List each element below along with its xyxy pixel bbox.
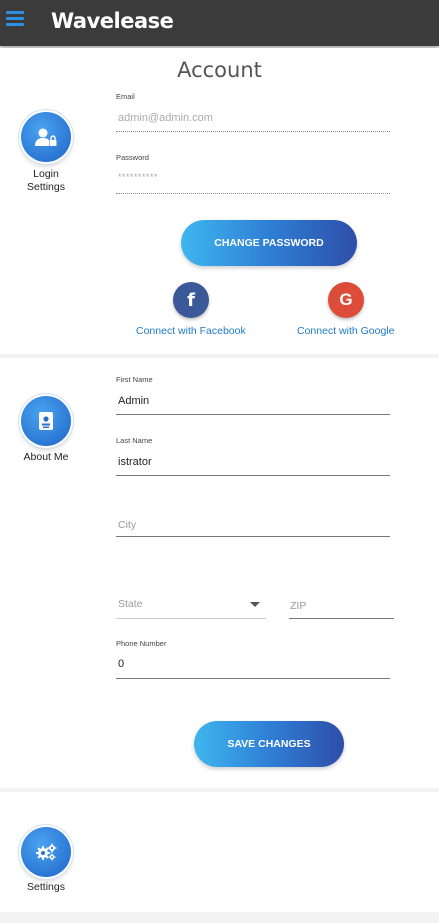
- facebook-icon[interactable]: f: [173, 282, 209, 318]
- connect-facebook-link[interactable]: Connect with Facebook: [136, 325, 246, 337]
- last-name-field[interactable]: istrator: [118, 456, 152, 468]
- email-label: Email: [116, 92, 135, 101]
- id-badge-icon: [39, 412, 53, 430]
- settings-label: Settings: [27, 881, 65, 893]
- app-header: Wavelease: [0, 0, 439, 46]
- hamburger-menu-icon[interactable]: [6, 11, 24, 29]
- zip-field[interactable]: ZIP: [290, 600, 306, 612]
- settings-icon-button[interactable]: [21, 827, 71, 877]
- chevron-down-icon[interactable]: [250, 602, 260, 607]
- last-name-label: Last Name: [116, 436, 153, 445]
- about-me-label: About Me: [23, 451, 69, 463]
- login-settings-card: Account Login Settings Email admin@admin…: [0, 48, 439, 354]
- first-name-underline: [116, 414, 390, 415]
- change-password-button[interactable]: CHANGE PASSWORD: [181, 220, 357, 266]
- login-settings-label-line1: Login: [33, 168, 59, 180]
- last-name-underline: [116, 475, 390, 476]
- save-changes-button[interactable]: SAVE CHANGES: [194, 721, 344, 767]
- password-field[interactable]: **********: [118, 172, 158, 182]
- login-settings-icon-button[interactable]: [21, 112, 71, 162]
- connect-google-link[interactable]: Connect with Google: [297, 325, 394, 337]
- settings-card: Settings: [0, 792, 439, 912]
- first-name-label: First Name: [116, 375, 153, 384]
- state-select[interactable]: State: [118, 598, 143, 610]
- about-me-icon-button[interactable]: [21, 396, 71, 446]
- google-icon[interactable]: G: [328, 282, 364, 318]
- page-title: Account: [177, 58, 262, 82]
- cogs-icon: [36, 843, 57, 861]
- user-lock-icon: [35, 128, 57, 146]
- phone-underline: [116, 678, 390, 679]
- email-field[interactable]: admin@admin.com: [118, 112, 213, 124]
- phone-label: Phone Number: [116, 639, 167, 648]
- city-field[interactable]: City: [118, 519, 136, 531]
- state-underline: [116, 618, 266, 619]
- login-settings-label: Login Settings: [6, 168, 86, 194]
- password-label: Password: [116, 153, 149, 162]
- zip-underline: [289, 618, 394, 619]
- app-brand: Wavelease: [51, 9, 174, 33]
- first-name-field[interactable]: Admin: [118, 395, 149, 407]
- login-settings-label-line2: Settings: [27, 181, 65, 193]
- city-underline: [116, 536, 390, 537]
- email-underline: [116, 131, 390, 132]
- password-underline: [116, 193, 390, 194]
- about-me-card: About Me First Name Admin Last Name istr…: [0, 358, 439, 788]
- phone-field[interactable]: 0: [118, 658, 124, 670]
